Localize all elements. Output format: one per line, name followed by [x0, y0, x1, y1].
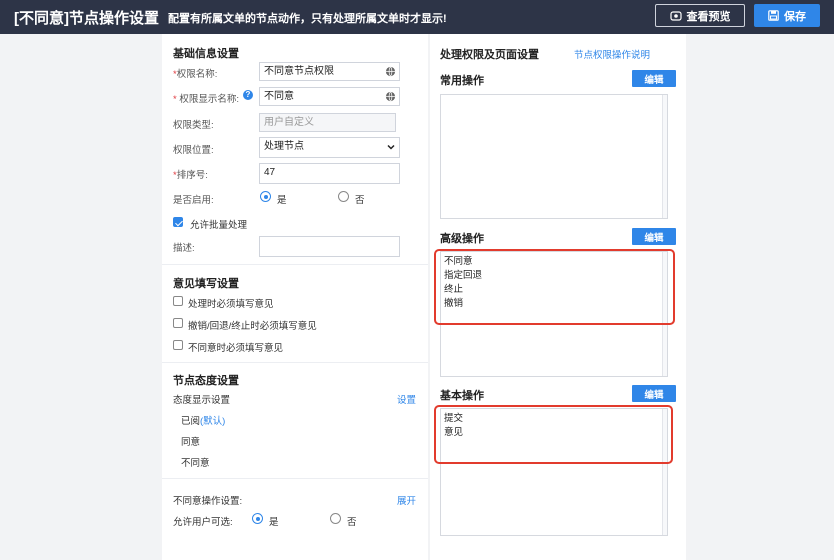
- basic-ops-title: 基本操作: [440, 390, 484, 402]
- enabled-yes-label: 是: [277, 195, 287, 206]
- eye-icon: [669, 10, 682, 21]
- enabled-no-label: 否: [355, 195, 365, 206]
- sort-label: *排序号:: [173, 170, 208, 181]
- globe-icon[interactable]: [385, 91, 396, 102]
- advanced-ops-title: 高级操作: [440, 233, 484, 245]
- common-ops-list[interactable]: [440, 94, 668, 219]
- opinion-option-1: 处理时必须填写意见: [188, 299, 274, 310]
- perm-type-label: 权限类型:: [173, 120, 214, 131]
- highlight-box: [434, 249, 675, 325]
- page-title: [不同意]节点操作设置: [14, 10, 159, 27]
- settings-panel-right: 处理权限及页面设置 节点权限操作说明 常用操作 编辑 高级操作 编辑 不同意 指…: [430, 34, 686, 560]
- help-icon[interactable]: ?: [243, 90, 253, 100]
- enabled-label: 是否启用:: [173, 195, 214, 206]
- enabled-yes-radio[interactable]: [260, 191, 271, 202]
- preview-label: 查看预览: [686, 10, 731, 23]
- attitude-display-label: 态度显示设置: [173, 395, 231, 406]
- section-title-opinion: 意见填写设置: [173, 278, 239, 290]
- desc-label: 描述:: [173, 243, 195, 254]
- divider: [162, 264, 428, 265]
- chevron-down-icon: [387, 144, 395, 150]
- batch-label: 允许批量处理: [190, 220, 248, 231]
- common-ops-title: 常用操作: [440, 75, 484, 87]
- section-title-attitude: 节点态度设置: [173, 375, 239, 387]
- opinion-option-3: 不同意时必须填写意见: [188, 343, 284, 354]
- attitude-item-disagree: 不同意: [181, 458, 210, 469]
- opinion-checkbox-3[interactable]: [173, 340, 183, 350]
- save-label: 保存: [784, 10, 806, 23]
- opinion-checkbox-1[interactable]: [173, 296, 183, 306]
- allow-user-label: 允许用户可选:: [173, 517, 233, 528]
- allow-yes-radio[interactable]: [252, 513, 263, 524]
- desc-input[interactable]: [259, 236, 400, 257]
- advanced-edit-button[interactable]: 编辑: [632, 228, 676, 245]
- attitude-set-link[interactable]: 设置: [397, 392, 416, 406]
- basic-edit-button[interactable]: 编辑: [632, 385, 676, 402]
- enabled-no-radio[interactable]: [338, 191, 349, 202]
- divider: [162, 478, 428, 479]
- allow-yes-label: 是: [269, 517, 279, 528]
- globe-icon[interactable]: [385, 66, 396, 77]
- scrollbar[interactable]: [662, 95, 667, 218]
- highlight-box: [434, 405, 673, 464]
- attitude-item-agree: 同意: [181, 437, 201, 448]
- perm-type-input: 用户自定义: [259, 113, 396, 132]
- perm-position-label: 权限位置:: [173, 145, 214, 156]
- perm-name-input[interactable]: 不同意节点权限: [259, 62, 400, 81]
- perm-display-label: * 权限显示名称:: [173, 94, 239, 105]
- section-title-permissions: 处理权限及页面设置: [440, 49, 539, 61]
- preview-button[interactable]: 查看预览: [655, 4, 745, 27]
- perm-position-select[interactable]: 处理节点: [259, 137, 400, 158]
- permission-help-link[interactable]: 节点权限操作说明: [574, 47, 650, 61]
- opinion-checkbox-2[interactable]: [173, 318, 183, 328]
- sort-input[interactable]: 47: [259, 163, 400, 184]
- save-button[interactable]: 保存: [754, 4, 820, 27]
- batch-checkbox[interactable]: [173, 217, 183, 227]
- allow-no-radio[interactable]: [330, 513, 341, 524]
- perm-display-input[interactable]: 不同意: [259, 87, 400, 106]
- save-icon: [768, 10, 779, 21]
- section-title-basic: 基础信息设置: [173, 48, 239, 60]
- common-edit-button[interactable]: 编辑: [632, 70, 676, 87]
- expand-link[interactable]: 展开: [397, 493, 416, 507]
- divider: [162, 362, 428, 363]
- top-bar: [不同意]节点操作设置 配置有所属文单的节点动作，只有处理所属文单时才显示! 查…: [0, 0, 834, 34]
- attitude-item-read: 已阅(默认): [181, 416, 226, 427]
- disagree-ops-label: 不同意操作设置:: [173, 496, 243, 507]
- settings-panel-left: 基础信息设置 *权限名称: 不同意节点权限 * 权限显示名称: ? 不同意 权限…: [162, 34, 428, 560]
- opinion-option-2: 撤销/回退/终止时必须填写意见: [188, 321, 317, 332]
- page-subtitle: 配置有所属文单的节点动作，只有处理所属文单时才显示!: [168, 13, 447, 25]
- perm-name-label: *权限名称:: [173, 69, 218, 80]
- allow-no-label: 否: [347, 517, 357, 528]
